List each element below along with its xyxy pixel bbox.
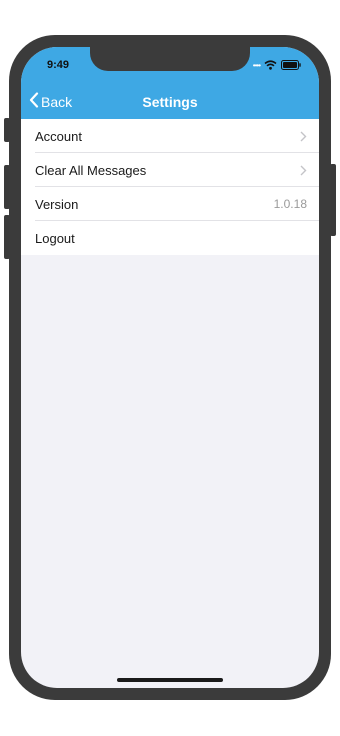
phone-screen: 9:49 •••• Back Settings Account Clear Al…	[21, 47, 319, 688]
status-icons: ••••	[253, 59, 301, 71]
settings-item-label: Clear All Messages	[35, 162, 147, 178]
battery-icon	[281, 60, 301, 70]
page-title: Settings	[142, 94, 198, 110]
signal-dots-icon: ••••	[252, 60, 261, 70]
settings-item-label: Account	[35, 128, 82, 144]
navigation-bar: 9:49 •••• Back Settings	[21, 47, 319, 119]
settings-item-version: Version 1.0.18	[21, 187, 319, 221]
settings-item-label: Version	[35, 196, 79, 212]
settings-list: Account Clear All Messages Version 1.0.1…	[21, 119, 319, 255]
notch	[90, 47, 250, 71]
settings-item-logout[interactable]: Logout	[21, 221, 319, 255]
phone-frame: 9:49 •••• Back Settings Account Clear Al…	[9, 35, 331, 700]
status-time: 9:49	[47, 59, 70, 71]
chevron-right-icon	[300, 165, 307, 176]
chevron-right-icon	[300, 131, 307, 142]
settings-item-account[interactable]: Account	[21, 119, 319, 153]
settings-item-label: Logout	[35, 230, 75, 246]
version-value: 1.0.18	[273, 197, 307, 211]
settings-item-clear-all-messages[interactable]: Clear All Messages	[21, 153, 319, 187]
home-indicator[interactable]	[117, 678, 223, 682]
wifi-icon	[264, 60, 277, 70]
